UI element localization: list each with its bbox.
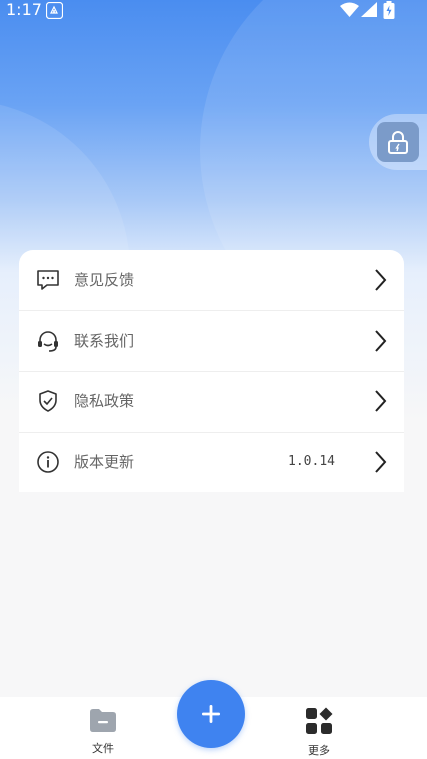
plus-icon [202,705,220,723]
shield-check-icon [39,390,57,412]
menu-item-feedback[interactable]: 意见反馈 [19,250,404,310]
chevron-right-icon [375,330,387,352]
menu-item-contact[interactable]: 联系我们 [19,311,404,371]
menu-item-label: 意见反馈 [74,271,135,289]
chevron-right-icon [375,451,387,473]
menu-item-version[interactable]: 版本更新 1.0.14 [19,432,404,492]
nav-more[interactable]: 更多 [289,707,349,757]
add-button[interactable] [177,680,245,748]
signal-icon [361,2,377,17]
menu-item-label: 隐私政策 [74,392,135,410]
chat-bubble-icon [37,270,59,290]
folder-icon [90,709,116,732]
apps-grid-icon [306,707,333,734]
info-icon [37,451,59,473]
menu-item-label: 版本更新 [74,453,135,471]
battery-icon [383,1,395,19]
nav-files-label: 文件 [92,742,114,755]
status-time: 1:17 [6,0,42,19]
menu-item-label: 联系我们 [74,332,135,350]
nav-more-label: 更多 [308,744,330,757]
chevron-right-icon [375,390,387,412]
headset-icon [38,331,58,352]
chevron-right-icon [375,269,387,291]
app-lock-tab[interactable] [369,114,427,170]
nav-files[interactable]: 文件 [73,707,133,757]
wifi-icon [340,2,359,17]
app-lock-button[interactable] [377,122,419,162]
version-number: 1.0.14 [288,454,335,469]
status-bar: 1:17 [0,0,427,22]
lock-icon [388,131,408,154]
settings-card: 意见反馈 联系我们 隐私政策 版本更新 1.0.14 [19,250,404,492]
menu-item-privacy[interactable]: 隐私政策 [19,371,404,431]
notification-icon [46,2,63,19]
